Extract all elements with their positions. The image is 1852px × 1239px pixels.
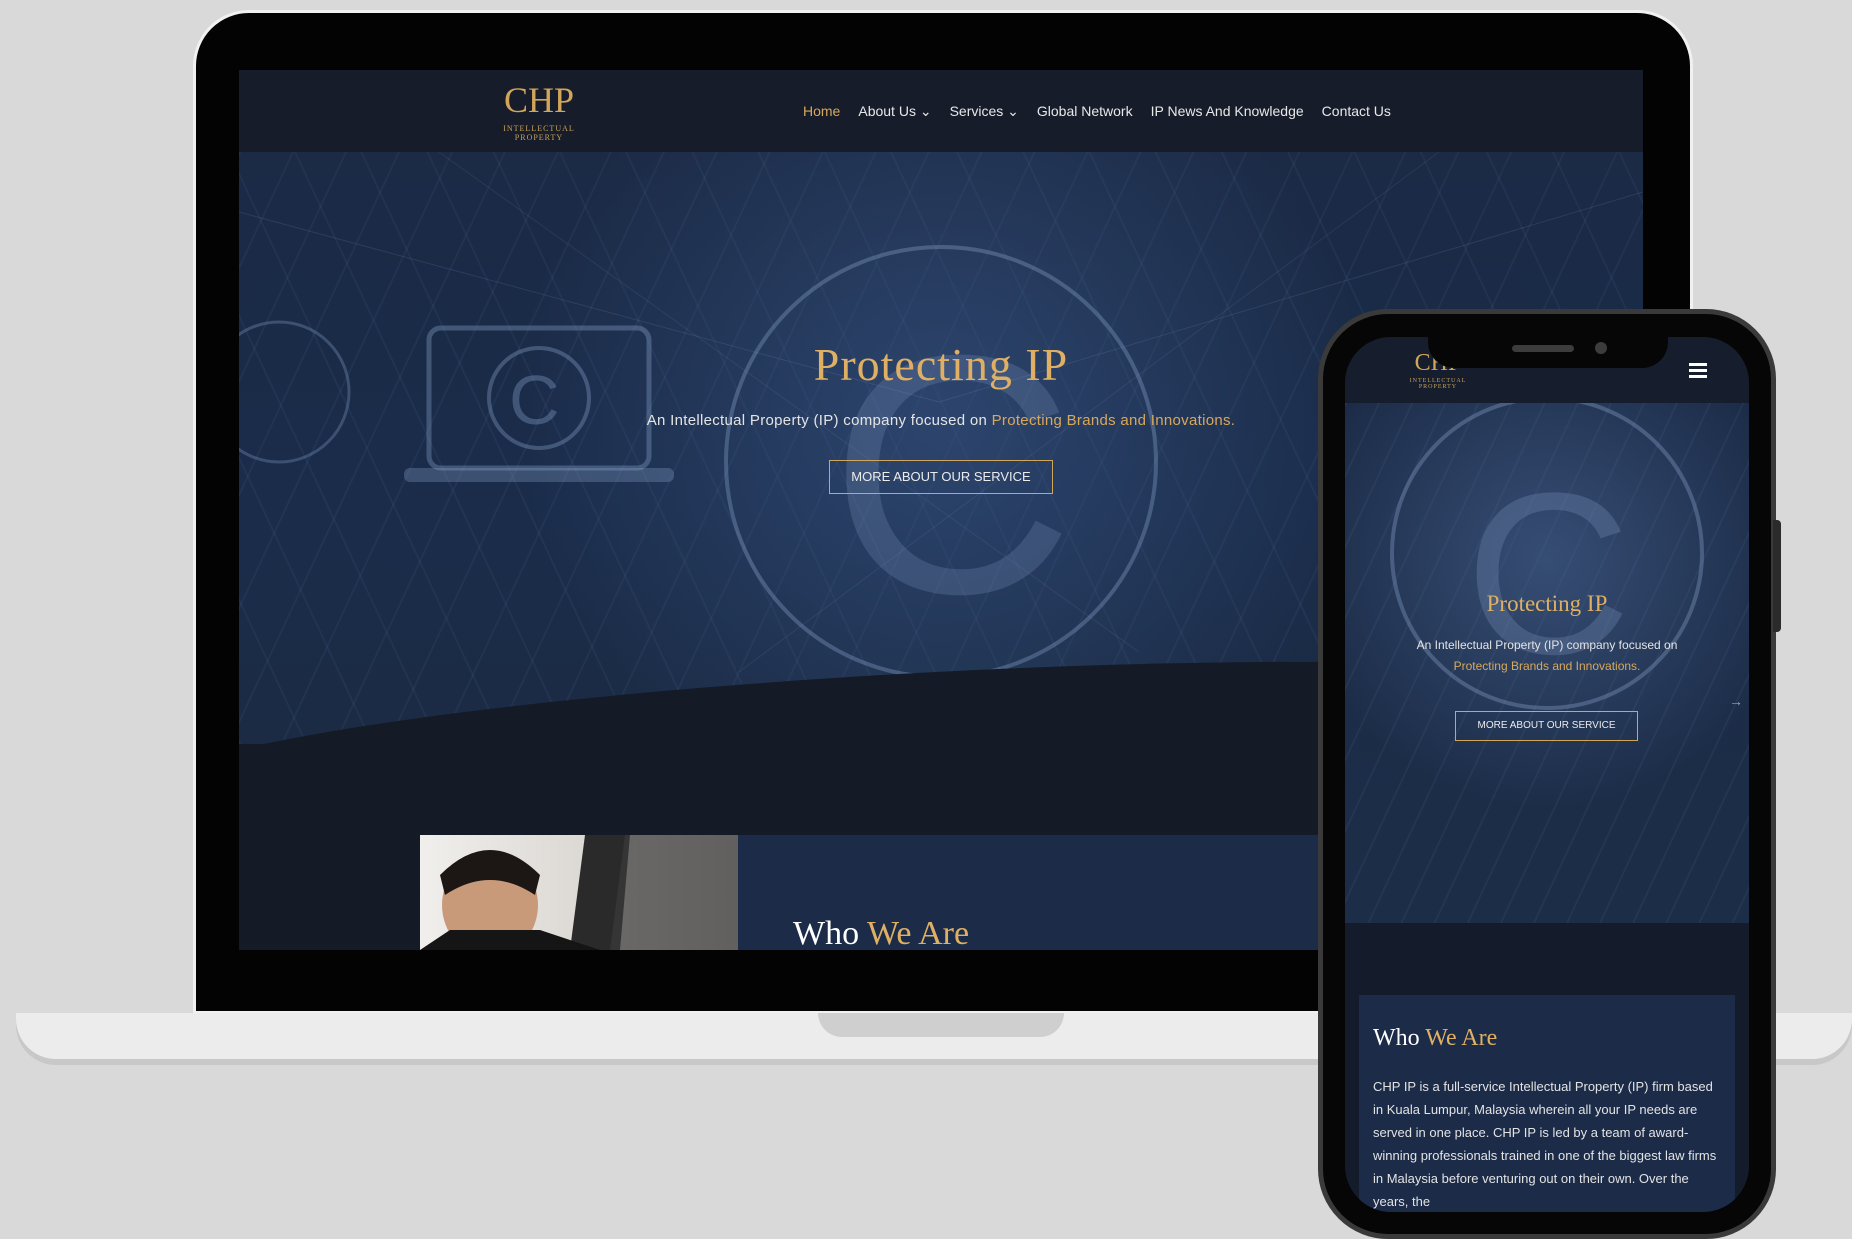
nav-item-ip-news[interactable]: IP News And Knowledge — [1151, 103, 1304, 120]
mobile-more-about-service-button[interactable]: MORE ABOUT OUR SERVICE — [1455, 711, 1638, 741]
hero-subtitle-lead: An Intellectual Property (IP) company fo… — [646, 412, 992, 429]
mobile-hero-subtitle: An Intellectual Property (IP) company fo… — [1393, 635, 1701, 677]
laptop-outline-base — [404, 468, 674, 482]
arrow-right-icon[interactable]: → — [1729, 693, 1743, 709]
phone-side-button — [1773, 520, 1781, 632]
mobile-subtitle-lead: An Intellectual Property (IP) company fo… — [1416, 638, 1678, 652]
nav-item-services-label: Services — [949, 103, 1004, 119]
laptop-hinge-notch — [818, 1013, 1064, 1037]
site-header: CHP INTELLECTUAL PROPERTY Home About Us … — [239, 70, 1643, 152]
nav-item-contact-us[interactable]: Contact Us — [1322, 103, 1391, 120]
who-we-are-heading: Who We Are — [793, 915, 969, 950]
nav-item-about-us[interactable]: About Us ⌄ — [858, 103, 931, 120]
mobile-subtitle-highlight: Protecting Brands and Innovations. — [1453, 659, 1641, 673]
mobile-who-we-are-card: Who We Are CHP IP is a full-service Inte… — [1359, 995, 1735, 1212]
logo-monogram: CHP — [503, 80, 575, 120]
who-heading-plain: Who — [793, 915, 867, 950]
photo-illustration — [420, 835, 738, 950]
site-logo[interactable]: CHP INTELLECTUAL PROPERTY — [479, 82, 599, 142]
mobile-who-body: CHP IP is a full-service Intellectual Pr… — [1373, 1079, 1717, 1209]
chevron-down-icon: ⌄ — [919, 103, 932, 119]
hamburger-icon[interactable] — [1689, 363, 1707, 381]
mobile-who-heading-plain: Who — [1373, 1025, 1426, 1051]
chevron-down-icon: ⌄ — [1007, 103, 1019, 119]
phone-speaker — [1512, 345, 1574, 352]
mobile-logo-tagline: INTELLECTUAL PROPERTY — [1409, 378, 1467, 390]
logo-tagline: INTELLECTUAL PROPERTY — [503, 124, 575, 142]
who-heading-gold: We Are — [866, 915, 970, 950]
more-about-service-button[interactable]: MORE ABOUT OUR SERVICE — [829, 460, 1053, 494]
mobile-screen: C CHP INTELLECTUAL PROPERTY Protecting I… — [1345, 337, 1749, 1212]
mobile-who-heading-gold: We Are — [1425, 1025, 1498, 1051]
who-we-are-photo — [420, 835, 738, 950]
nav-item-home[interactable]: Home — [803, 103, 840, 120]
mobile-who-heading: Who We Are — [1373, 1025, 1497, 1052]
nav-item-about-us-label: About Us — [858, 103, 916, 119]
hero-subtitle-highlight: Protecting Brands and Innovations. — [991, 412, 1236, 429]
phone-camera — [1595, 342, 1607, 354]
nav-item-services[interactable]: Services ⌄ — [950, 103, 1019, 120]
mobile-hero-title: Protecting IP — [1486, 591, 1608, 616]
main-nav: Home About Us ⌄ Services ⌄ Global Networ… — [803, 103, 1391, 120]
chair-mesh-shape — [610, 835, 738, 950]
nav-item-global-network[interactable]: Global Network — [1037, 103, 1133, 120]
